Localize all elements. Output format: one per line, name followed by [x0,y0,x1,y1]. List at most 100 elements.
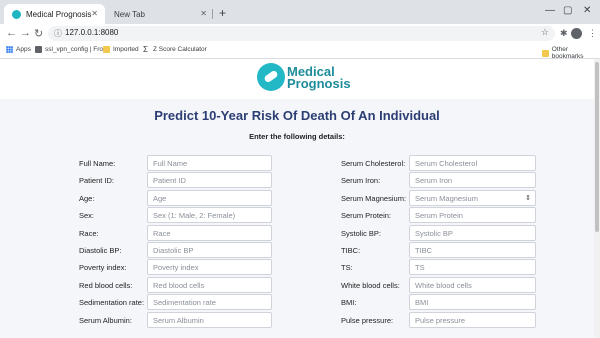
label-serum-protein: Serum Protein: [341,211,392,221]
label-sedimentation-rate: Sedimentation rate: [79,298,145,308]
pill-shape [263,69,279,84]
label-race: Race: [79,228,99,238]
age-input[interactable]: Age [147,189,272,206]
poverty-index-input[interactable]: Poverty index [147,259,272,276]
label-pulse-pressure: Pulse pressure: [341,315,394,325]
input-placeholder: Serum Magnesium [415,193,478,203]
serum-albumin-input[interactable]: Serum Albumin [147,311,272,328]
label-systolic-bp: Systolic BP: [341,228,382,238]
label-ts: TS: [341,263,353,273]
input-placeholder: Age [153,193,167,203]
input-placeholder: BMI [415,298,429,308]
input-placeholder: Sex (1: Male, 2: Female) [153,211,236,221]
bookmark-ssl-vpn[interactable]: ssl_vpn_config | Fro... [35,46,108,53]
input-placeholder: White blood cells [415,280,472,290]
bookmark-apps[interactable]: Apps [6,46,31,53]
bookmark-z-score[interactable]: Σ Z Score Calculator [143,45,207,54]
tibc-input[interactable]: TIBC [409,242,536,258]
label-serum-cholesterol: Serum Cholesterol: [341,159,406,168]
input-placeholder: Serum Albumin [153,315,204,325]
white-blood-cells-input[interactable]: White blood cells [409,276,536,293]
bookmark-label: ssl_vpn_config | Fro... [45,46,109,53]
favicon-icon [12,9,21,19]
address-bar[interactable]: ⓘ 127.0.0.1:8080 ☆ [48,26,555,41]
new-tab-icon[interactable]: + [219,6,226,20]
label-serum-magnesium: Serum Magnesium: [341,193,407,203]
pulse-pressure-input[interactable]: Pulse pressure [409,311,536,328]
profile-avatar[interactable] [571,28,582,39]
race-input[interactable]: Race [147,224,272,241]
page-subtitle: Enter the following details: [249,132,345,141]
info-icon[interactable]: ⓘ [54,28,62,39]
input-placeholder: Diastolic BP [153,246,194,255]
input-placeholder: Serum Protein [415,211,463,221]
reload-icon[interactable]: ↻ [34,27,43,40]
label-bmi: BMI: [341,298,357,308]
bookmark-imported[interactable]: Imported [103,46,139,53]
tab-title: Medical Prognosis [26,9,92,19]
other-bookmarks[interactable]: Other bookmarks [542,46,600,60]
minimize-icon[interactable]: — [545,5,555,16]
bmi-input[interactable]: BMI [409,294,536,311]
page-title: Predict 10-Year Risk Of Death Of An Indi… [154,108,440,123]
label-sex-1-male-2-female: Sex: [79,211,95,221]
close-window-icon[interactable]: ✕ [583,5,591,16]
browser-toolbar: ← → ↻ ⓘ 127.0.0.1:8080 ☆ ✱ ⋮ [0,24,600,44]
label-age: Age: [79,193,95,203]
input-placeholder: Pulse pressure [415,315,466,325]
serum-iron-input[interactable]: Serum Iron [409,172,536,189]
close-tab-icon[interactable]: ✕ [200,9,207,18]
input-placeholder: Red blood cells [153,280,205,290]
input-placeholder: Full Name [153,159,188,168]
back-icon[interactable]: ← [6,27,17,39]
folder-icon [103,46,110,53]
browser-tabstrip: Medical Prognosis ✕ New Tab ✕ + — ▢ ✕ [0,0,600,24]
patient-id-input[interactable]: Patient ID [147,172,272,189]
tab-title: New Tab [114,9,145,19]
systolic-bp-input[interactable]: Systolic BP [409,224,536,241]
label-serum-albumin: Serum Albumin: [79,315,132,325]
tab-new-tab[interactable]: New Tab ✕ [106,4,214,24]
menu-icon[interactable]: ⋮ [588,28,597,39]
scrollbar-thumb[interactable] [595,62,599,232]
input-placeholder: Systolic BP [415,228,453,238]
tab-medical-prognosis[interactable]: Medical Prognosis ✕ [4,4,105,24]
bookmark-star-icon[interactable]: ☆ [541,27,549,38]
serum-cholesterol-input[interactable]: Serum Cholesterol [409,155,536,171]
sigma-icon: Σ [143,45,148,54]
input-placeholder: Sedimentation rate [153,298,216,308]
folder-icon [542,49,549,57]
diastolic-bp-input[interactable]: Diastolic BP [147,242,272,258]
close-tab-icon[interactable]: ✕ [91,9,98,18]
sex-1-male-2-female-input[interactable]: Sex (1: Male, 2: Female) [147,207,272,224]
label-poverty-index: Poverty index: [79,263,127,273]
forward-icon[interactable]: → [20,27,31,39]
web-page: Medical Prognosis Predict 10-Year Risk O… [0,59,594,338]
input-placeholder: Poverty index [153,263,199,273]
ts-input[interactable]: TS [409,259,536,276]
serum-protein-input[interactable]: Serum Protein [409,207,536,224]
extensions-icon[interactable]: ✱ [560,28,568,39]
label-serum-iron: Serum Iron: [341,176,381,186]
page-icon [35,46,42,53]
bookmark-label: Other bookmarks [551,46,584,60]
serum-magnesium-input[interactable]: Serum Magnesium ⇕ [409,189,536,206]
url-text: 127.0.0.1:8080 [65,28,119,37]
input-placeholder: Serum Iron [415,176,453,186]
apps-grid-icon [6,46,13,53]
sedimentation-rate-input[interactable]: Sedimentation rate [147,294,272,311]
logo-line2: Prognosis [287,76,351,91]
input-placeholder: Serum Cholesterol [415,159,478,168]
input-placeholder: Race [153,228,171,238]
select-arrows-icon: ⇕ [525,194,531,202]
logo-pill-icon [257,63,285,91]
full-name-input[interactable]: Full Name [147,155,272,171]
maximize-icon[interactable]: ▢ [563,5,572,16]
input-placeholder: TS [415,263,425,273]
logo-text: Medical Prognosis [287,65,351,91]
label-diastolic-bp: Diastolic BP: [79,246,122,255]
red-blood-cells-input[interactable]: Red blood cells [147,276,272,293]
tab-separator [212,9,213,19]
label-red-blood-cells: Red blood cells: [79,280,133,290]
label-white-blood-cells: White blood cells: [341,280,400,290]
